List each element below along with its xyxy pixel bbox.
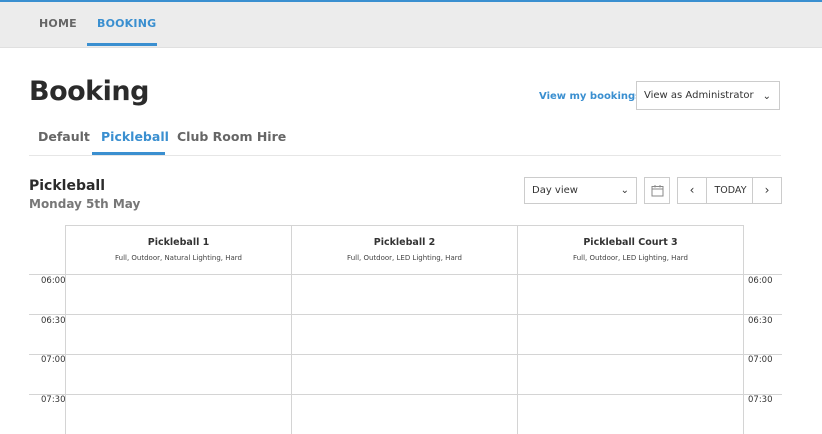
time-label: 06:30 (748, 316, 773, 326)
chevron-down-icon: ⌄ (762, 91, 771, 102)
court-description: Full, Outdoor, Natural Lighting, Hard (115, 254, 242, 262)
court-name: Pickleball Court 3 (583, 237, 678, 248)
time-row-line (29, 394, 782, 395)
time-label: 07:00 (41, 355, 66, 365)
date-pager: ‹ TODAY › (677, 177, 782, 204)
court-header: Pickleball 1 Full, Outdoor, Natural Ligh… (66, 226, 291, 274)
calendar-icon (651, 185, 664, 197)
time-label: 06:00 (41, 276, 66, 286)
top-nav: HOME BOOKING (0, 2, 822, 48)
view-mode-value: Day view (532, 185, 578, 196)
time-row-line (29, 354, 782, 355)
time-label: 06:00 (748, 276, 773, 286)
view-as-select[interactable]: View as Administrator ⌄ (636, 81, 780, 110)
court-name: Pickleball 2 (373, 237, 436, 248)
calendar-button[interactable] (644, 177, 670, 204)
court-description: Full, Outdoor, LED Lighting, Hard (347, 254, 462, 262)
time-label: 07:30 (748, 395, 773, 405)
today-button[interactable]: TODAY (707, 178, 754, 203)
court-header: Pickleball Court 3 Full, Outdoor, LED Li… (518, 226, 743, 274)
nav-booking[interactable]: BOOKING (97, 17, 156, 30)
court-header: Pickleball 2 Full, Outdoor, LED Lighting… (292, 226, 517, 274)
tab-club-room-hire[interactable]: Club Room Hire (177, 129, 286, 144)
view-mode-select[interactable]: Day view ⌄ (524, 177, 637, 204)
tab-default[interactable]: Default (38, 129, 90, 144)
time-label: 07:00 (748, 355, 773, 365)
court-description: Full, Outdoor, LED Lighting, Hard (573, 254, 688, 262)
time-label: 07:30 (41, 395, 66, 405)
chevron-down-icon: ⌄ (620, 185, 629, 196)
view-as-value: View as Administrator (644, 90, 754, 101)
nav-active-indicator (87, 43, 157, 46)
tab-pickleball[interactable]: Pickleball (101, 129, 169, 144)
section-date: Monday 5th May (29, 197, 141, 211)
section-title: Pickleball (29, 178, 106, 194)
time-label: 06:30 (41, 316, 66, 326)
page-title: Booking (29, 76, 149, 107)
prev-day-button[interactable]: ‹ (678, 178, 707, 203)
tabs-divider (29, 155, 781, 156)
time-row-line (29, 274, 782, 275)
time-row-line (29, 314, 782, 315)
next-day-button[interactable]: › (752, 178, 781, 203)
nav-home[interactable]: HOME (39, 17, 77, 30)
court-name: Pickleball 1 (147, 237, 210, 248)
